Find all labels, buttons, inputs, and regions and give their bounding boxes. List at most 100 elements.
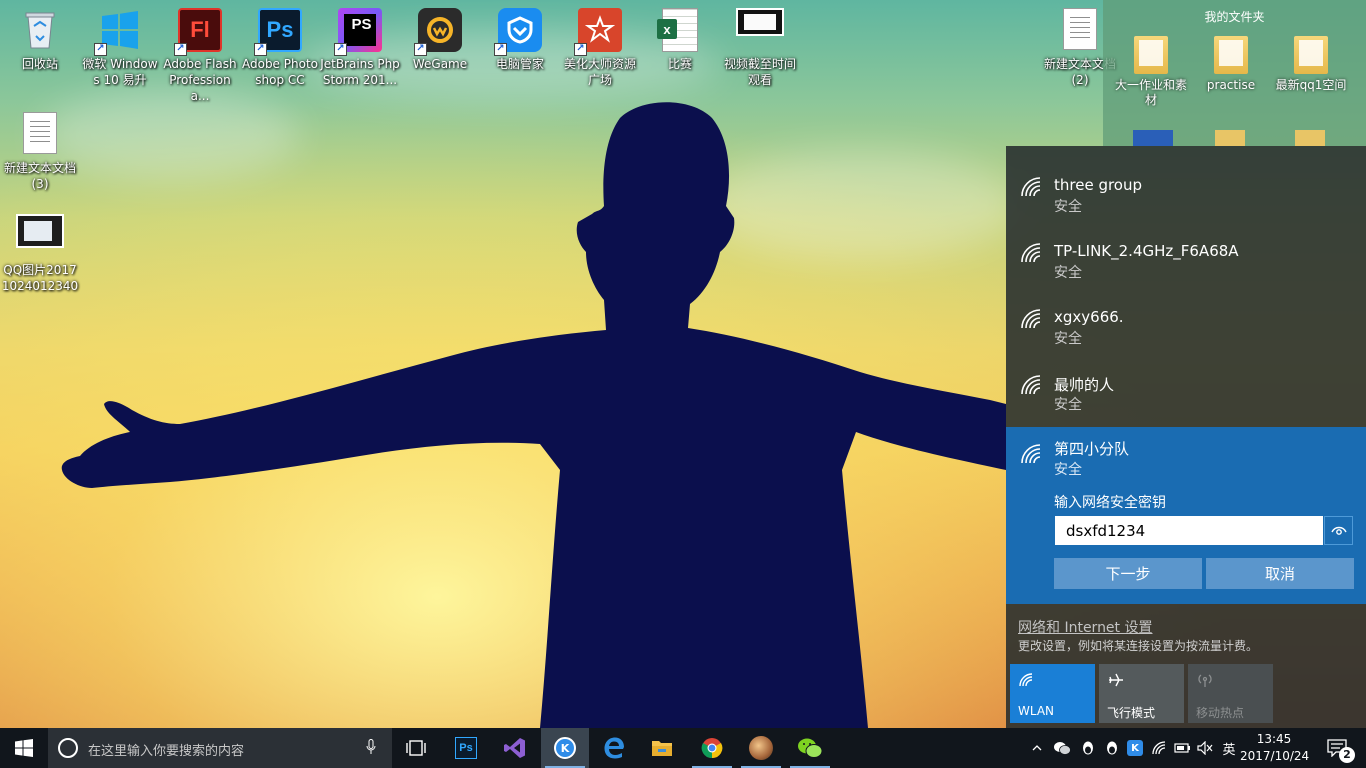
network-name: three group	[1054, 176, 1143, 194]
wifi-network-item[interactable]: 最帅的人 安全	[1006, 344, 1366, 413]
tray-wechat[interactable]	[1050, 728, 1074, 768]
beautify-master-icon: ↗	[574, 8, 622, 56]
taskbar-file-explorer[interactable]	[638, 728, 686, 768]
network-name: xgxy666.	[1054, 308, 1124, 326]
quick-action-hotspot: 移动热点	[1188, 664, 1273, 723]
windows-logo-icon: ↗	[94, 8, 142, 56]
file-explorer-icon	[652, 741, 672, 756]
show-hidden-icons-button[interactable]	[1028, 728, 1046, 768]
quick-action-airplane[interactable]: 飞行模式	[1099, 664, 1184, 723]
network-status: 安全	[1054, 397, 1082, 413]
tray-qq-app[interactable]	[1076, 728, 1100, 768]
network-status: 安全	[1054, 462, 1082, 478]
desktop-icon-wegame[interactable]: ↗ WeGame	[400, 0, 480, 72]
taskbar-edge[interactable]	[590, 728, 638, 768]
folder-icon	[1294, 36, 1328, 74]
desktop-icon-pc-manager[interactable]: ↗ 电脑管家	[480, 0, 560, 72]
tray-qq[interactable]	[1100, 728, 1124, 768]
taskbar-k-app[interactable]: K	[541, 728, 589, 768]
tray-battery[interactable]	[1172, 728, 1194, 768]
desktop-icon-label: WeGame	[412, 57, 468, 71]
desktop-icon-label: 视频截至时间观看	[723, 57, 796, 87]
wechat-icon	[1054, 742, 1071, 755]
folder-item[interactable]: 最新qq1空间	[1271, 36, 1351, 93]
wifi-signal-icon	[1021, 309, 1041, 329]
desktop-icon-video-image[interactable]: 视频截至时间观看	[720, 0, 800, 88]
shortcut-arrow-icon: ↗	[254, 43, 267, 56]
eye-icon	[1330, 526, 1347, 535]
quick-action-wlan[interactable]: WLAN	[1010, 664, 1095, 723]
network-settings-link[interactable]: 网络和 Internet 设置	[1018, 617, 1153, 637]
search-box[interactable]: 在这里输入你要搜索的内容	[48, 728, 392, 768]
desktop-icon-photoshop[interactable]: Ps ↗ Adobe Photoshop CC	[240, 0, 320, 88]
tray-network[interactable]	[1148, 728, 1170, 768]
taskbar-visual-studio[interactable]	[491, 728, 539, 768]
network-name: 第四小分队	[1054, 440, 1130, 458]
action-center-button[interactable]: 2	[1318, 728, 1366, 768]
tray-k-app[interactable]: K	[1124, 728, 1146, 768]
airplane-icon	[1109, 673, 1123, 687]
wifi-signal-icon	[1021, 243, 1041, 263]
cancel-button[interactable]: 取消	[1206, 558, 1354, 589]
wifi-icon	[1019, 673, 1033, 687]
system-clock[interactable]: 13:45 2017/10/24	[1240, 731, 1310, 765]
hotspot-icon	[1198, 674, 1212, 687]
wifi-signal-icon	[1021, 177, 1041, 197]
photoshop-icon: Ps	[455, 737, 477, 759]
chrome-icon	[701, 738, 723, 759]
taskbar-wechat[interactable]	[786, 728, 834, 768]
desktop-icon-recycle-bin[interactable]: 回收站	[0, 0, 80, 72]
wegame-icon: ↗	[414, 8, 462, 56]
wifi-icon	[1152, 741, 1166, 755]
adobe-flash-icon: Fl ↗	[174, 8, 222, 56]
security-key-input[interactable]	[1055, 516, 1323, 545]
shortcut-arrow-icon: ↗	[334, 43, 347, 56]
start-button[interactable]	[0, 728, 48, 768]
desktop-icon-windows-upgrade[interactable]: ↗ 微软 Windows 10 易升	[80, 0, 160, 88]
shortcut-arrow-icon: ↗	[174, 43, 187, 56]
wifi-network-item[interactable]: xgxy666. 安全	[1006, 278, 1366, 347]
wifi-network-item[interactable]: three group 安全	[1006, 146, 1366, 215]
folder-item[interactable]: practise	[1191, 36, 1271, 93]
battery-plug-icon	[1174, 743, 1190, 753]
desktop-icon-phpstorm[interactable]: PS ↗ JetBrains PhpStorm 201...	[320, 0, 400, 88]
folder-item-label: 最新qq1空间	[1275, 78, 1347, 92]
microphone-icon[interactable]	[366, 739, 376, 755]
shortcut-arrow-icon: ↗	[94, 43, 107, 56]
network-name: 最帅的人	[1054, 376, 1115, 394]
network-name: TP-LINK_2.4GHz_F6A68A	[1054, 242, 1239, 260]
clock-date: 2017/10/24	[1240, 749, 1310, 763]
desktop-icon-text-doc-3[interactable]: 新建文本文档 (3)	[0, 104, 80, 192]
task-view-button[interactable]	[392, 728, 440, 768]
folder-item[interactable]: 大一作业和素材	[1111, 36, 1191, 108]
penguin-icon	[1107, 741, 1117, 755]
desktop-icon-label: Adobe Flash Professiona...	[163, 57, 237, 103]
taskbar-game[interactable]	[737, 728, 785, 768]
search-placeholder: 在这里输入你要搜索的内容	[88, 744, 245, 759]
task-view-icon	[406, 740, 426, 756]
folder-window-title: 我的文件夹	[1204, 10, 1265, 24]
penguin-icon	[1083, 741, 1093, 755]
shortcut-arrow-icon: ↗	[574, 43, 587, 56]
folder-window[interactable]: 我的文件夹 大一作业和素材 practise 最新qq1空间	[1103, 0, 1366, 146]
desktop-icon-qq-image[interactable]: QQ图片20171024012340	[0, 206, 80, 294]
quick-action-label: 飞行模式	[1107, 706, 1156, 720]
reveal-password-button[interactable]	[1324, 516, 1353, 545]
tray-volume[interactable]	[1194, 728, 1216, 768]
image-file-icon	[16, 214, 64, 258]
phpstorm-icon: PS ↗	[334, 8, 382, 56]
speaker-muted-icon	[1197, 741, 1213, 755]
ime-indicator[interactable]: 英	[1218, 728, 1240, 768]
desktop-icon-label: 微软 Windows 10 易升	[82, 57, 158, 87]
wifi-network-item[interactable]: TP-LINK_2.4GHz_F6A68A 安全	[1006, 212, 1366, 281]
recycle-bin-icon	[18, 8, 62, 52]
wifi-signal-icon	[1021, 375, 1041, 395]
taskbar-chrome[interactable]	[688, 728, 736, 768]
desktop-icon-adobe-flash[interactable]: Fl ↗ Adobe Flash Professiona...	[160, 0, 240, 104]
desktop-icon-beautify-master[interactable]: ↗ 美化大师资源广场	[560, 0, 640, 88]
text-document-icon	[18, 112, 62, 156]
next-button[interactable]: 下一步	[1054, 558, 1202, 589]
selected-network-panel[interactable]: 第四小分队 安全 输入网络安全密钥 下一步 取消	[1006, 427, 1366, 604]
desktop-icon-excel-file[interactable]: x 比赛	[640, 0, 720, 72]
taskbar-photoshop[interactable]: Ps	[442, 728, 490, 768]
